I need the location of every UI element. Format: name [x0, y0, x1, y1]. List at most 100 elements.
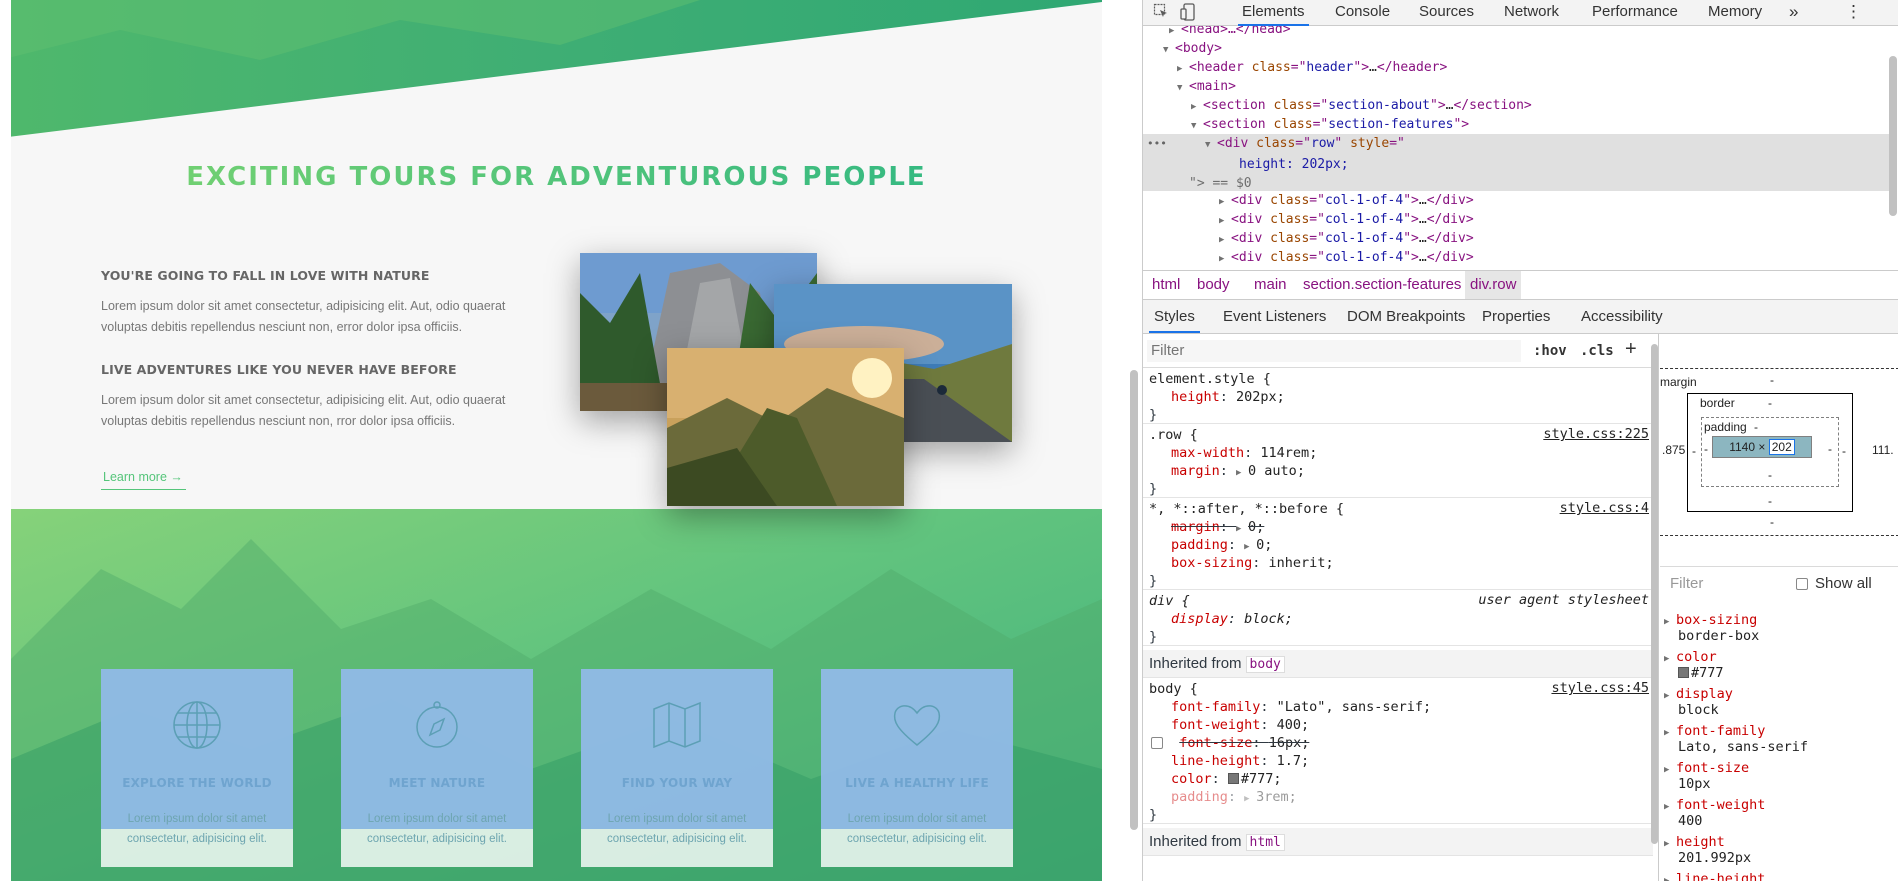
decl-max-width-val[interactable]: 114rem;: [1260, 445, 1317, 461]
padding-top-value[interactable]: -: [1754, 420, 1758, 434]
decl-height-prop[interactable]: height: [1171, 389, 1220, 405]
content-height-input[interactable]: 202: [1768, 439, 1795, 455]
dom-node-head[interactable]: ▶ <head>…</head>: [1143, 26, 1893, 39]
decl-margin-overridden[interactable]: margin: ▶ 0;: [1149, 518, 1653, 536]
decl-height-val[interactable]: 202px;: [1236, 389, 1285, 405]
styles-filter-input[interactable]: [1147, 340, 1521, 362]
dom-node-section-features[interactable]: ▼ <section class="section-features">: [1143, 115, 1893, 134]
computed-prop-font-family[interactable]: ▶ font-family Lato, sans-serif: [1664, 723, 1808, 755]
dom-tree-scrollbar[interactable]: [1889, 56, 1897, 216]
tab-elements[interactable]: Elements: [1238, 0, 1309, 26]
computed-prop-color[interactable]: ▶ color #777: [1664, 649, 1724, 681]
tab-performance[interactable]: Performance: [1588, 0, 1682, 26]
computed-prop-font-size[interactable]: ▶ font-size 10px: [1664, 760, 1749, 792]
dom-node-row-selected[interactable]: ••• ▼ <div class="row" style=" height: 20…: [1143, 134, 1893, 191]
margin-right-value[interactable]: 111.: [1872, 443, 1894, 457]
decl-font-family[interactable]: font-family: "Lato", sans-serif;: [1149, 698, 1653, 716]
padding-right-value[interactable]: -: [1828, 442, 1832, 456]
subtab-styles[interactable]: Styles: [1149, 300, 1200, 333]
inherited-body-link[interactable]: body: [1245, 656, 1285, 673]
computed-filter-input[interactable]: Filter: [1670, 575, 1703, 592]
show-all-checkbox[interactable]: [1796, 578, 1808, 590]
cls-toggle-button[interactable]: .cls: [1580, 340, 1614, 362]
color-swatch-icon[interactable]: [1227, 773, 1239, 784]
decl-margin-val[interactable]: 0 auto;: [1248, 463, 1305, 479]
decl-padding-prop[interactable]: padding: [1171, 537, 1228, 553]
inherited-html-link[interactable]: html: [1245, 834, 1285, 851]
dom-node-section-about[interactable]: ▶ <section class="section-about">…</secti…: [1143, 96, 1893, 115]
tab-network[interactable]: Network: [1500, 0, 1563, 26]
margin-left-value[interactable]: .875: [1662, 443, 1685, 457]
margin-top-value[interactable]: -: [1770, 373, 1774, 387]
tab-sources[interactable]: Sources: [1415, 0, 1478, 26]
computed-prop-line-height[interactable]: ▶ line-height: [1664, 871, 1765, 881]
decl-margin-overridden-val[interactable]: 0;: [1248, 519, 1264, 535]
learn-more-link[interactable]: Learn more →: [101, 470, 186, 490]
padding-left-value[interactable]: -: [1704, 442, 1708, 456]
decl-box-sizing-prop[interactable]: box-sizing: [1171, 555, 1252, 571]
tab-memory[interactable]: Memory: [1704, 0, 1766, 26]
box-model-content[interactable]: 1140 × 202: [1712, 436, 1812, 458]
dom-node-main[interactable]: ▼ <main>: [1143, 77, 1893, 96]
computed-prop-box-sizing[interactable]: ▶ box-sizing border-box: [1664, 612, 1759, 644]
decl-line-height[interactable]: line-height: 1.7;: [1149, 752, 1653, 770]
border-top-value[interactable]: -: [1768, 396, 1772, 410]
dom-node-col-2[interactable]: ▶ <div class="col-1-of-4">…</div>: [1143, 210, 1893, 229]
subtab-properties[interactable]: Properties: [1477, 300, 1555, 333]
decl-padding-val[interactable]: 0;: [1256, 537, 1272, 553]
expand-triangle-icon[interactable]: ▶: [1664, 839, 1676, 849]
decl-max-width[interactable]: max-width: 114rem;: [1149, 444, 1653, 462]
expand-triangle-icon[interactable]: ▶: [1219, 250, 1231, 269]
tab-console[interactable]: Console: [1331, 0, 1394, 26]
dom-node-header[interactable]: ▶ <header class="header">…</header>: [1143, 58, 1893, 77]
subtab-dom-breakpoints[interactable]: DOM Breakpoints: [1342, 300, 1470, 333]
box-model-border[interactable]: border - - - - padding - - - - 1140 × 20…: [1687, 393, 1853, 512]
decl-padding-inactive-val[interactable]: 3rem;: [1256, 789, 1297, 805]
decl-font-weight[interactable]: font-weight: 400;: [1149, 716, 1653, 734]
decl-line-height-prop[interactable]: line-height: [1171, 753, 1260, 769]
kebab-menu-icon[interactable]: ⋮: [1841, 0, 1866, 26]
expand-triangle-icon[interactable]: ▶: [1664, 654, 1676, 664]
margin-bottom-value[interactable]: -: [1770, 515, 1774, 529]
node-actions-icon[interactable]: •••: [1147, 134, 1167, 153]
decl-margin[interactable]: margin: ▶ 0 auto;: [1149, 462, 1653, 480]
decl-font-size-disabled[interactable]: font-size: 16px;: [1149, 734, 1653, 752]
subtab-accessibility[interactable]: Accessibility: [1576, 300, 1668, 333]
expand-triangle-icon[interactable]: ▶: [1664, 765, 1676, 775]
content-width[interactable]: 1140: [1729, 440, 1755, 454]
box-model-padding[interactable]: padding - - - - 1140 × 202: [1701, 417, 1839, 487]
decl-max-width-prop[interactable]: max-width: [1171, 445, 1244, 461]
expand-triangle-icon[interactable]: ▶: [1664, 728, 1676, 738]
device-toolbar-icon[interactable]: [1178, 3, 1198, 23]
rule-row-source-link[interactable]: style.css:225: [1543, 426, 1649, 442]
page-scrollbar-thumb[interactable]: [1130, 370, 1138, 830]
breadcrumb-main[interactable]: main: [1249, 271, 1292, 299]
breadcrumb-body[interactable]: body: [1192, 271, 1235, 299]
decl-font-family-prop[interactable]: font-family: [1171, 699, 1260, 715]
dom-node-body[interactable]: ▼ <body>: [1143, 39, 1893, 58]
new-style-rule-button[interactable]: +: [1625, 338, 1637, 361]
inspect-element-icon[interactable]: [1151, 3, 1171, 23]
border-bottom-value[interactable]: -: [1768, 494, 1772, 508]
decl-margin-prop[interactable]: margin: [1171, 463, 1220, 479]
decl-font-family-val[interactable]: "Lato", sans-serif;: [1277, 699, 1431, 715]
decl-color[interactable]: color: #777;: [1149, 770, 1653, 788]
border-right-value[interactable]: -: [1842, 444, 1846, 458]
expand-triangle-icon[interactable]: ▶: [1664, 802, 1676, 812]
computed-prop-height[interactable]: ▶ height 201.992px: [1664, 834, 1751, 866]
decl-box-sizing-val[interactable]: inherit;: [1269, 555, 1334, 571]
decl-font-size-prop[interactable]: font-size: [1179, 735, 1252, 751]
styles-scrollbar[interactable]: [1651, 344, 1658, 844]
decl-font-weight-prop[interactable]: font-weight: [1171, 717, 1260, 733]
padding-bottom-value[interactable]: -: [1768, 468, 1772, 482]
rule-universal-source-link[interactable]: style.css:4: [1560, 500, 1649, 516]
border-left-value[interactable]: -: [1692, 444, 1696, 458]
dom-node-col-3[interactable]: ▶ <div class="col-1-of-4">…</div>: [1143, 229, 1893, 248]
decl-font-weight-val[interactable]: 400;: [1277, 717, 1310, 733]
subtab-event-listeners[interactable]: Event Listeners: [1218, 300, 1331, 333]
expand-triangle-icon[interactable]: ▶: [1664, 691, 1676, 701]
decl-color-prop[interactable]: color: [1171, 771, 1212, 787]
decl-padding[interactable]: padding: ▶ 0;: [1149, 536, 1653, 554]
decl-color-val[interactable]: #777;: [1241, 771, 1282, 787]
rule-body-source-link[interactable]: style.css:45: [1551, 680, 1649, 696]
